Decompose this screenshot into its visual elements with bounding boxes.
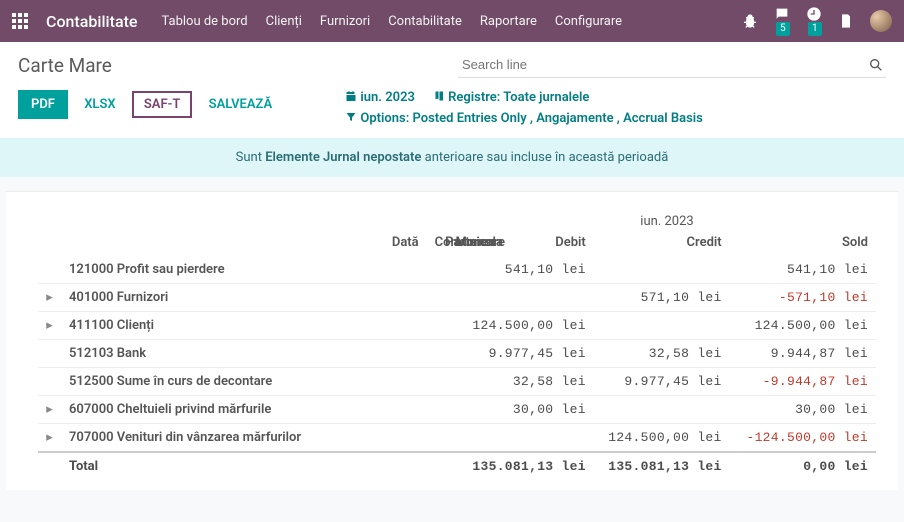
- col-credit: Credit: [594, 231, 730, 256]
- journals-filter[interactable]: Registre: Toate jurnalele: [433, 90, 590, 105]
- banner-bold: Elemente Jurnal nepostate: [265, 150, 421, 165]
- saft-button[interactable]: SAF-T: [132, 91, 193, 118]
- cell-credit: [594, 396, 730, 424]
- expand-caret-icon: [38, 368, 61, 396]
- book-icon: [433, 90, 445, 102]
- cell-debit: 9.977,45 lei: [458, 340, 594, 368]
- expand-caret-icon[interactable]: ▸: [38, 424, 61, 453]
- col-date: Dată: [374, 231, 426, 256]
- cell-balance: 30,00 lei: [730, 396, 876, 424]
- account-name: 607000 Cheltuieli privind mărfurile: [61, 396, 374, 424]
- table-row[interactable]: ▸607000 Cheltuieli privind mărfurile 30,0…: [38, 396, 876, 424]
- table-row[interactable]: ▸401000 Furnizori 571,10 lei-571,10 lei: [38, 284, 876, 312]
- nav-config[interactable]: Configurare: [555, 14, 622, 29]
- cell-credit: 124.500,00 lei: [594, 424, 730, 453]
- expand-caret-icon[interactable]: ▸: [38, 396, 61, 424]
- nav-reporting[interactable]: Raportare: [480, 14, 537, 29]
- banner-suffix: anterioare sau incluse în această perioa…: [421, 150, 668, 165]
- cell-debit: [458, 284, 594, 312]
- expand-caret-icon[interactable]: ▸: [38, 312, 61, 340]
- avatar[interactable]: [870, 10, 892, 32]
- cell-balance: -124.500,00 lei: [730, 424, 876, 453]
- filter-icon: [345, 111, 357, 123]
- total-label: Total: [61, 452, 374, 480]
- apps-icon[interactable]: [12, 13, 28, 29]
- options-filter[interactable]: Options: Posted Entries Only , Angajamen…: [345, 111, 703, 126]
- messages-badge: 5: [776, 22, 790, 36]
- total-credit: 135.081,13 lei: [594, 452, 730, 480]
- table-row[interactable]: ▸411100 Clienți 124.500,00 lei 124.500,00 …: [38, 312, 876, 340]
- cell-credit: 9.977,45 lei: [594, 368, 730, 396]
- cell-credit: 32,58 lei: [594, 340, 730, 368]
- table-row[interactable]: 512500 Sume în curs de decontare 32,58 le…: [38, 368, 876, 396]
- cell-balance: 124.500,00 lei: [730, 312, 876, 340]
- header-row: Carte Mare: [0, 42, 904, 84]
- period-header: iun. 2023: [458, 210, 876, 231]
- search-icon[interactable]: [868, 57, 884, 73]
- app-brand: Contabilitate: [46, 12, 137, 31]
- account-name: 707000 Venituri din vânzarea mărfurilor: [61, 424, 374, 453]
- table-row[interactable]: 512103 Bank 9.977,45 lei32,58 lei9.944,87…: [38, 340, 876, 368]
- cell-balance: -9.944,87 lei: [730, 368, 876, 396]
- bug-icon[interactable]: [742, 13, 758, 29]
- nav-vendors[interactable]: Furnizori: [320, 14, 370, 29]
- messages-icon[interactable]: 5: [774, 6, 790, 37]
- account-name: 512103 Bank: [61, 340, 374, 368]
- top-nav: Contabilitate Tablou de bord Clienți Fur…: [0, 0, 904, 42]
- toolbar: PDF XLSX SAF-T SALVEAZĂ iun. 2023 Regist…: [0, 84, 904, 138]
- activities-icon[interactable]: 1: [806, 6, 822, 37]
- expand-caret-icon: [38, 340, 61, 368]
- calendar-icon: [345, 90, 357, 102]
- search-bar[interactable]: [458, 52, 886, 78]
- search-input[interactable]: [460, 56, 868, 73]
- total-row: Total135.081,13 lei135.081,13 lei0,00 le…: [38, 452, 876, 480]
- account-name: 401000 Furnizori: [61, 284, 374, 312]
- cell-debit: 30,00 lei: [458, 396, 594, 424]
- cell-debit: 124.500,00 lei: [458, 312, 594, 340]
- banner-prefix: Sunt: [236, 150, 266, 165]
- table-row[interactable]: ▸707000 Venituri din vânzarea mărfurilor…: [38, 424, 876, 453]
- account-name: 411100 Clienți: [61, 312, 374, 340]
- account-name: 512500 Sume în curs de decontare: [61, 368, 374, 396]
- docs-icon[interactable]: [838, 13, 854, 29]
- total-balance: 0,00 lei: [730, 452, 876, 480]
- activities-badge: 1: [808, 22, 822, 36]
- expand-caret-icon[interactable]: ▸: [38, 284, 61, 312]
- nav-accounting[interactable]: Contabilitate: [388, 14, 462, 29]
- cell-credit: [594, 312, 730, 340]
- cell-balance: 541,10 lei: [730, 256, 876, 284]
- col-balance: Sold: [730, 231, 876, 256]
- nav-customers[interactable]: Clienți: [266, 14, 302, 29]
- table-row[interactable]: 121000 Profit sau pierdere 541,10 lei 541,…: [38, 256, 876, 284]
- cell-debit: 541,10 lei: [458, 256, 594, 284]
- nav-dashboard[interactable]: Tablou de bord: [161, 14, 247, 29]
- save-button[interactable]: SALVEAZĂ: [196, 90, 286, 119]
- account-name: 121000 Profit sau pierdere: [61, 256, 374, 284]
- total-debit: 135.081,13 lei: [458, 452, 594, 480]
- col-communication: Comunicare: [427, 231, 437, 256]
- cell-credit: [594, 256, 730, 284]
- report-area: iun. 2023 Dată Comunicare Partener Moned…: [6, 191, 898, 490]
- info-banner[interactable]: Sunt Elemente Jurnal nepostate anterioar…: [0, 138, 904, 177]
- cell-balance: 9.944,87 lei: [730, 340, 876, 368]
- cell-debit: 32,58 lei: [458, 368, 594, 396]
- cell-credit: 571,10 lei: [594, 284, 730, 312]
- ledger-table: iun. 2023 Dată Comunicare Partener Moned…: [38, 210, 876, 480]
- cell-balance: -571,10 lei: [730, 284, 876, 312]
- xlsx-button[interactable]: XLSX: [71, 90, 128, 119]
- cell-debit: [458, 424, 594, 453]
- period-filter[interactable]: iun. 2023: [345, 90, 415, 105]
- expand-caret-icon: [38, 256, 61, 284]
- pdf-button[interactable]: PDF: [18, 90, 68, 119]
- page-title: Carte Mare: [18, 54, 458, 77]
